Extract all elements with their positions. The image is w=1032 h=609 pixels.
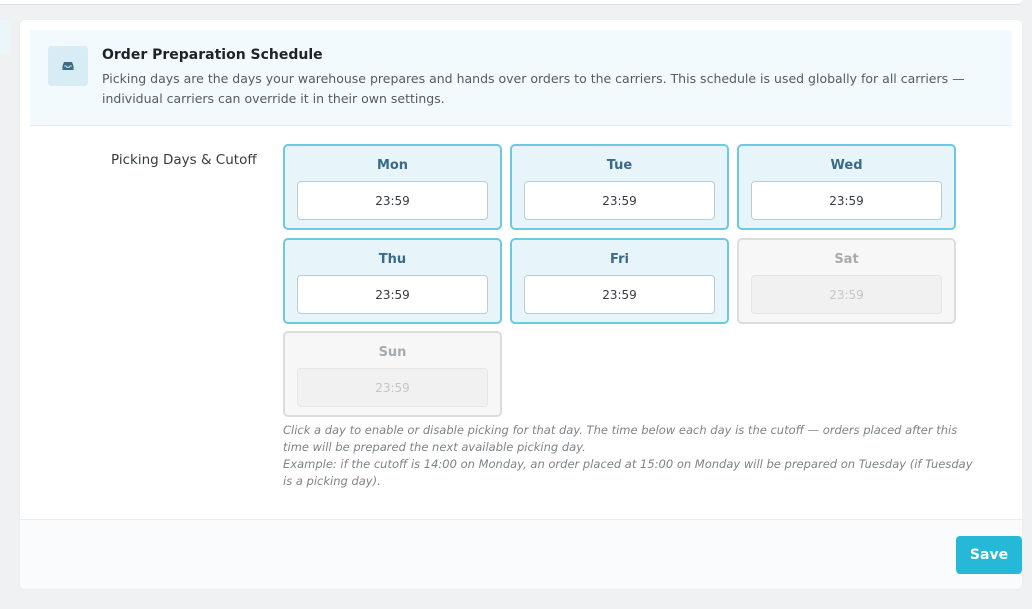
day-toggle-tue[interactable]: Tue — [510, 144, 729, 230]
alert-text: Picking days are the days your warehouse… — [102, 71, 965, 106]
cutoff-time-input-tue[interactable] — [524, 181, 715, 220]
alert-title: Order Preparation Schedule — [102, 47, 323, 63]
day-name: Sun — [378, 345, 407, 360]
day-name: Fri — [610, 252, 629, 267]
day-toggle-sun[interactable]: Sun — [283, 331, 502, 417]
help-text-line: Click a day to enable or disable picking… — [283, 423, 958, 454]
help-text-line: Example: if the cutoff is 14:00 on Monda… — [283, 457, 973, 488]
cutoff-time-input-sun[interactable] — [297, 368, 488, 407]
day-name: Tue — [606, 158, 633, 173]
save-button[interactable]: Save — [956, 536, 1022, 574]
panel-footer: Save — [20, 519, 1022, 589]
picking-days-label: Picking Days & Cutoff — [111, 152, 257, 168]
day-toggle-mon[interactable]: Mon — [283, 144, 502, 230]
inbox-icon — [48, 46, 88, 86]
help-text: Click a day to enable or disable picking… — [283, 422, 983, 490]
sidebar-edge — [0, 20, 10, 55]
cutoff-time-input-sat[interactable] — [751, 275, 942, 314]
cutoff-time-input-mon[interactable] — [297, 181, 488, 220]
info-alert: Order Preparation Schedule Picking days … — [30, 30, 1012, 126]
cutoff-time-input-thu[interactable] — [297, 275, 488, 314]
day-toggle-fri[interactable]: Fri — [510, 238, 729, 324]
day-name: Wed — [830, 158, 863, 173]
day-name: Thu — [378, 252, 407, 267]
day-toggle-thu[interactable]: Thu — [283, 238, 502, 324]
settings-panel: Order Preparation Schedule Picking days … — [20, 20, 1022, 589]
cutoff-time-input-fri[interactable] — [524, 275, 715, 314]
cutoff-time-input-wed[interactable] — [751, 181, 942, 220]
day-name: Mon — [376, 158, 409, 173]
day-toggle-wed[interactable]: Wed — [737, 144, 956, 230]
day-name: Sat — [834, 252, 859, 267]
top-bar-edge — [0, 0, 1022, 5]
day-toggle-sat[interactable]: Sat — [737, 238, 956, 324]
